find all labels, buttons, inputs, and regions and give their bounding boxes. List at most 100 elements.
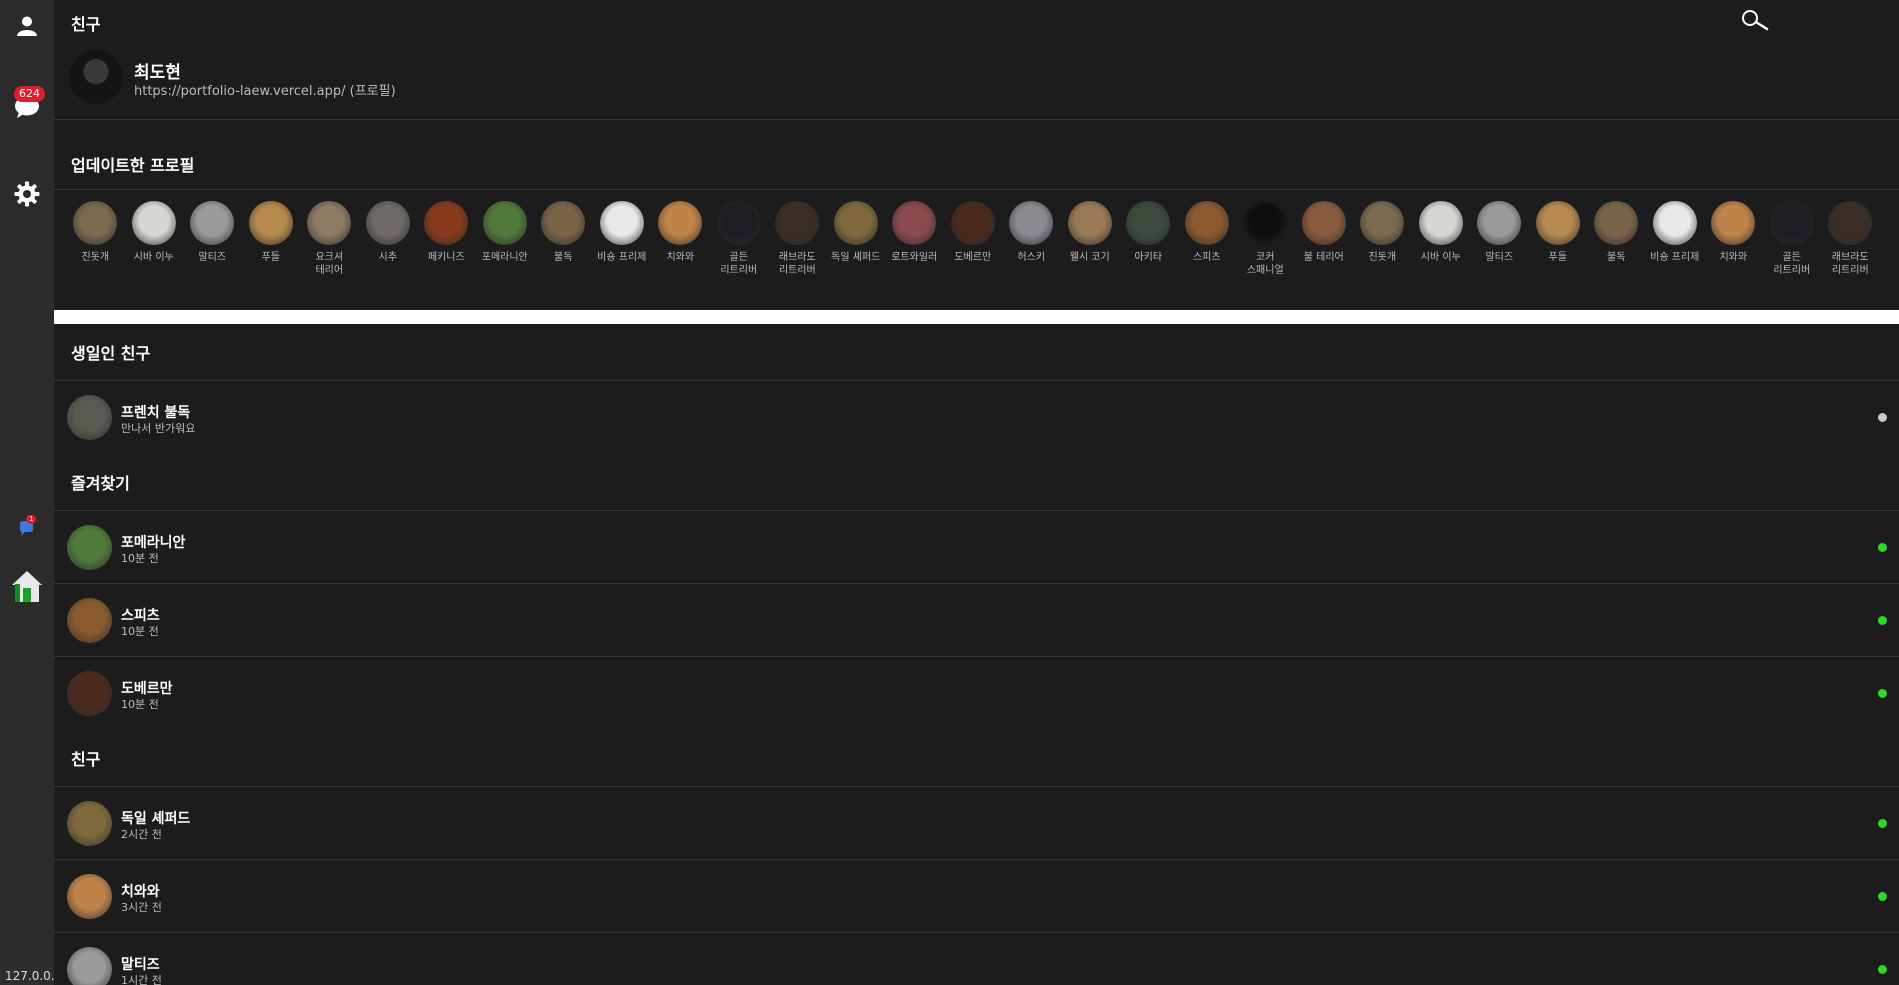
friend-row[interactable]: 말티즈 1시간 전 [54,933,1899,985]
friend-row[interactable]: 프렌치 불독 만나서 반가워요 [54,381,1899,454]
friend-row[interactable]: 독일 셰퍼드 2시간 전 [54,787,1899,860]
online-status-dot [1878,965,1887,974]
friend-avatar [67,671,112,716]
updated-profile-item[interactable]: 로트와일러 [885,201,944,277]
home-icon[interactable] [0,568,54,604]
friend-name: 독일 셰퍼드 [121,811,191,827]
updated-profile-item[interactable]: 말티즈 [183,201,242,277]
updated-profile-item[interactable]: 아키타 [1119,201,1178,277]
updated-profiles-title: 업데이트한 프로필 [71,156,195,175]
friends-section-header: 친구 [54,730,1899,787]
friend-avatar [67,801,112,846]
friend-row[interactable]: 스피츠 10분 전 [54,584,1899,657]
friend-status-text: 10분 전 [121,698,159,711]
favorites-section-header: 즐겨찾기 [54,454,1899,511]
updated-profile-item[interactable]: 불독 [1587,201,1646,277]
settings-gear-icon[interactable] [0,180,54,208]
profile-label: 웰시 코기 [1069,252,1110,263]
updated-profile-item[interactable]: 래브라도 리트리버 [1821,201,1880,277]
updated-profile-item[interactable]: 진돗개 [66,201,125,277]
my-avatar[interactable] [69,50,123,104]
birthday-list: 프렌치 불독 만나서 반가워요 [54,381,1899,454]
updated-profile-item[interactable]: 독일 셰퍼드 [827,201,886,277]
profile-label: 진돗개 [1368,252,1397,263]
profile-avatar [658,201,703,245]
profile-avatar [424,201,469,245]
search-icon[interactable] [1737,9,1771,33]
friend-row[interactable]: 포메라니안 10분 전 [54,511,1899,584]
divider [54,189,1899,190]
chat-unread-badge: 624 [14,86,45,102]
updated-profile-item[interactable]: 시바 이누 [125,201,184,277]
profile-header: 친구 최도현 https://portfolio-laew.vercel.app… [54,0,1899,120]
updated-profile-item[interactable]: 웰시 코기 [1061,201,1120,277]
profile-avatar [131,201,176,245]
profile-avatar [482,201,527,245]
updated-profiles-strip: 진돗개 시바 이누 말티즈 푸들 요크셔 테리어 시추 페키니즈 포메라니안 불독 비숑 프리제 치… [66,201,1880,277]
main-panel: 친구 최도현 https://portfolio-laew.vercel.app… [54,0,1899,985]
updated-profile-item[interactable]: 불독 [534,201,593,277]
updated-profile-item[interactable]: 골든 리트리버 [1763,201,1822,277]
updated-profile-item[interactable]: 허스키 [1002,201,1061,277]
updated-profile-item[interactable]: 치와와 [651,201,710,277]
profile-avatar [833,201,878,245]
friend-avatar [67,947,112,985]
profile-avatar [1828,201,1873,245]
speech-heart-icon[interactable]: 1 [0,515,54,540]
friend-name: 도베르만 [121,681,173,697]
online-status-dot [1878,616,1887,625]
sidebar: 624 1 127.0.0.1:5000/people [0,0,147,985]
updated-profile-item[interactable]: 비숑 프리제 [1646,201,1705,277]
profile-avatar [1535,201,1580,245]
friend-status-text: 1시간 전 [121,974,162,985]
profile-label: 아키타 [1134,252,1163,263]
updated-profile-item[interactable]: 치와와 [1704,201,1763,277]
friend-avatar [67,395,112,440]
profile-label: 골든 리트리버 [1773,252,1811,276]
profile-label: 비숑 프리제 [1650,252,1700,263]
profile-label: 독일 셰퍼드 [831,252,881,263]
profile-label: 불독 [1607,252,1626,263]
updated-profile-item[interactable]: 코커 스패니얼 [1236,201,1295,277]
profile-label: 페키니즈 [427,252,465,263]
profile-label: 불독 [554,252,573,263]
friend-row[interactable]: 치와와 3시간 전 [54,860,1899,933]
updated-profile-item[interactable]: 페키니즈 [417,201,476,277]
profile-avatar [1243,201,1288,245]
profile-label: 치와와 [666,252,695,263]
profile-label: 골든 리트리버 [720,252,758,276]
friends-title: 친구 [71,750,101,769]
online-status-dot [1878,689,1887,698]
profile-label: 래브라도 리트리버 [778,252,816,276]
updated-profile-item[interactable]: 요크셔 테리어 [300,201,359,277]
updated-profile-item[interactable]: 푸들 [242,201,301,277]
profile-avatar [599,201,644,245]
profile-avatar [1301,201,1346,245]
updated-profile-item[interactable]: 시바 이누 [1412,201,1471,277]
updated-profile-item[interactable]: 푸들 [1529,201,1588,277]
chat-icon[interactable]: 624 [0,86,54,122]
updated-profile-item[interactable]: 래브라도 리트리버 [768,201,827,277]
profile-avatar [1711,201,1756,245]
updated-profile-item[interactable]: 도베르만 [944,201,1003,277]
updated-profile-item[interactable]: 포메라니안 [476,201,535,277]
online-status-dot [1878,413,1887,422]
friends-list: 독일 셰퍼드 2시간 전 치와와 3시간 전 말티즈 1시간 전 [54,787,1899,985]
updated-profile-item[interactable]: 스피츠 [1178,201,1237,277]
my-profile-link[interactable]: https://portfolio-laew.vercel.app/ (프로필) [134,80,396,99]
updated-profile-item[interactable]: 골든 리트리버 [710,201,769,277]
profile-label: 푸들 [261,252,280,263]
favorites-title: 즐겨찾기 [71,474,130,493]
friend-status-text: 만나서 반가워요 [121,422,196,435]
person-icon[interactable] [0,12,54,40]
updated-profile-item[interactable]: 불 테리어 [1295,201,1354,277]
profile-label: 불 테리어 [1303,252,1344,263]
updated-profile-item[interactable]: 비숑 프리제 [593,201,652,277]
friend-row[interactable]: 도베르만 10분 전 [54,657,1899,730]
updated-profile-item[interactable]: 말티즈 [1470,201,1529,277]
updated-profile-item[interactable]: 진돗개 [1353,201,1412,277]
profile-avatar [892,201,937,245]
online-status-dot [1878,892,1887,901]
profile-avatar [716,201,761,245]
updated-profile-item[interactable]: 시추 [359,201,418,277]
